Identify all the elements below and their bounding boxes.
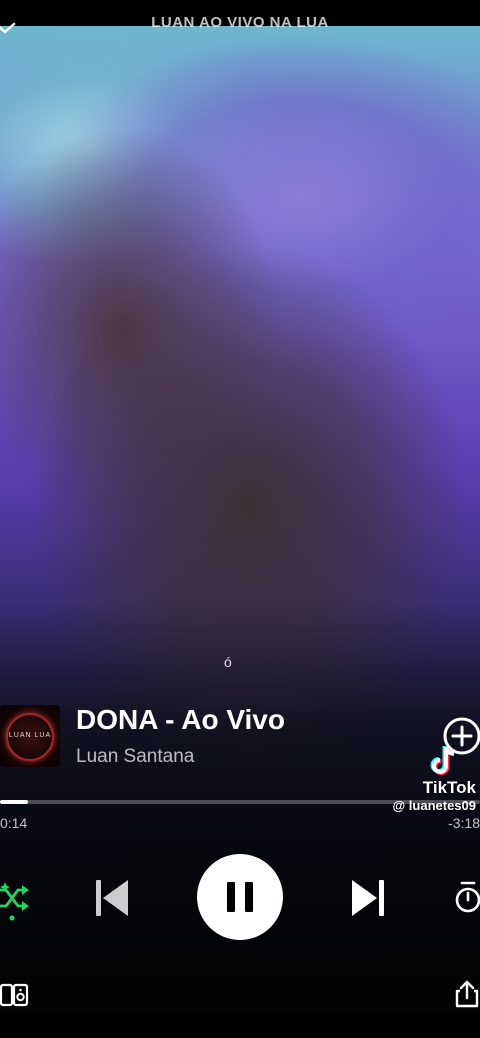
remaining-time: -3:18	[448, 815, 480, 831]
video-caption: ó	[224, 654, 232, 670]
progress-bar[interactable]	[0, 800, 480, 804]
connect-devices-button[interactable]	[0, 982, 30, 1008]
album-cover[interactable]: LUAN LUA	[0, 705, 60, 767]
sleep-timer-icon	[455, 881, 480, 913]
now-playing-screen: LUAN AO VIVO NA LUA ó LUAN LUA DONA - Ao…	[0, 0, 480, 1038]
share-icon	[455, 980, 479, 1008]
sleep-timer-button[interactable]	[452, 880, 480, 916]
connect-devices-icon	[0, 983, 29, 1007]
smart-shuffle-icon	[0, 882, 29, 921]
cover-text: LUAN LUA	[8, 732, 52, 739]
tiktok-watermark: TikTok @ luanetes09	[380, 744, 480, 816]
share-button[interactable]	[454, 980, 480, 1008]
next-track-button[interactable]	[350, 878, 386, 918]
smart-shuffle-button[interactable]	[0, 880, 32, 922]
playlist-title: LUAN AO VIVO NA LUA	[151, 14, 329, 31]
skip-previous-icon	[96, 880, 128, 916]
progress-fill	[0, 800, 28, 804]
tiktok-logo-icon	[430, 746, 455, 775]
previous-track-button[interactable]	[94, 878, 130, 918]
skip-next-icon	[352, 880, 384, 916]
tiktok-brand: TikTok	[422, 778, 476, 797]
bottom-bar	[0, 1012, 480, 1038]
song-title[interactable]: DONA - Ao Vivo	[76, 704, 285, 736]
pause-button[interactable]	[197, 854, 283, 940]
artist-name[interactable]: Luan Santana	[76, 746, 194, 768]
elapsed-time: 0:14	[0, 815, 28, 831]
